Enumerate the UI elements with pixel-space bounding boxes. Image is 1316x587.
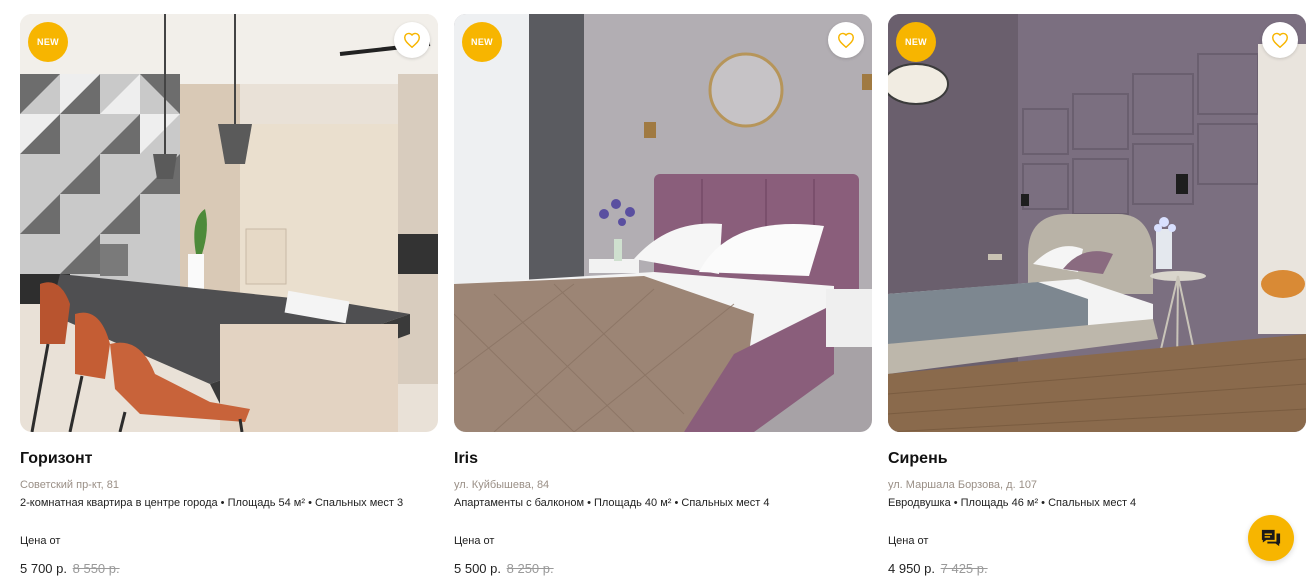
listing-description: Евродвушка • Площадь 46 м² • Спальных ме… [888, 497, 1137, 509]
listing-title[interactable]: Iris [454, 450, 872, 468]
listing-grid: NEW Горизонт Советский пр-кт, 81 2-комна… [20, 14, 1306, 576]
listing-card[interactable]: NEW Iris ул. Куйбышева, 84 Апартаменты с… [454, 14, 872, 576]
listing-address: ул. Маршала Борзова, д. 107 [888, 479, 1038, 491]
listing-card[interactable]: NEW Горизонт Советский пр-кт, 81 2-комна… [20, 14, 438, 576]
listing-title[interactable]: Горизонт [20, 450, 438, 468]
current-price: 5 500 р. [454, 561, 501, 576]
favorite-button[interactable] [828, 22, 864, 58]
bedroom-photo [454, 14, 872, 432]
price-row: 5 500 р. 8 250 р. [454, 561, 872, 576]
new-badge: NEW [896, 22, 936, 62]
price-label: Цена от [454, 535, 495, 547]
chat-icon [1261, 529, 1281, 547]
favorite-button[interactable] [1262, 22, 1298, 58]
listing-photo[interactable]: NEW [454, 14, 872, 432]
bedroom-photo [888, 14, 1306, 432]
heart-icon [403, 32, 421, 48]
favorite-button[interactable] [394, 22, 430, 58]
old-price: 8 250 р. [506, 561, 554, 576]
listing-title[interactable]: Сирень [888, 450, 1306, 468]
kitchen-photo [20, 14, 438, 432]
listing-description: 2-комнатная квартира в центре города • П… [20, 497, 404, 509]
new-badge: NEW [28, 22, 68, 62]
old-price: 8 550 р. [72, 561, 120, 576]
listing-photo[interactable]: NEW [20, 14, 438, 432]
listing-description: Апартаменты с балконом • Площадь 40 м² •… [454, 497, 770, 509]
current-price: 5 700 р. [20, 561, 67, 576]
listing-address: ул. Куйбышева, 84 [454, 479, 550, 491]
price-label: Цена от [20, 535, 61, 547]
listing-address: Советский пр-кт, 81 [20, 479, 119, 491]
price-row: 4 950 р. 7 425 р. [888, 561, 1306, 576]
heart-icon [837, 32, 855, 48]
price-label: Цена от [888, 535, 929, 547]
old-price: 7 425 р. [940, 561, 988, 576]
price-row: 5 700 р. 8 550 р. [20, 561, 438, 576]
listing-photo[interactable]: NEW [888, 14, 1306, 432]
heart-icon [1271, 32, 1289, 48]
listing-card[interactable]: NEW Сирень ул. Маршала Борзова, д. 107 Е… [888, 14, 1306, 576]
chat-button[interactable] [1248, 515, 1294, 561]
current-price: 4 950 р. [888, 561, 935, 576]
new-badge: NEW [462, 22, 502, 62]
